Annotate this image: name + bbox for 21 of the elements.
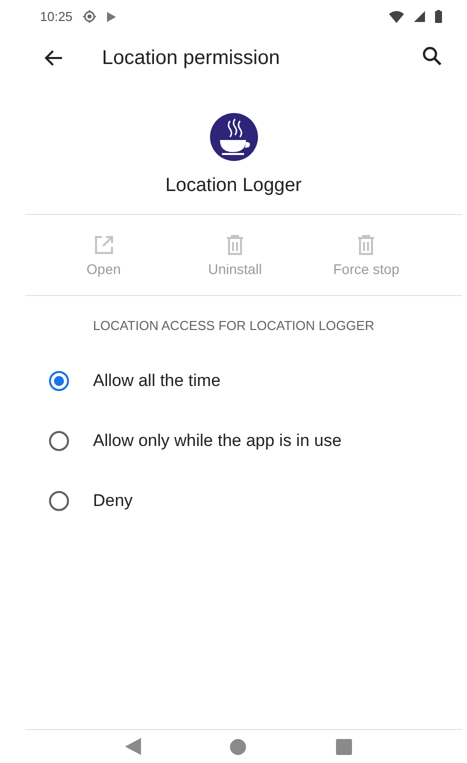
radio-button[interactable] [48, 430, 70, 452]
status-time: 10:25 [40, 9, 73, 24]
trash-icon [357, 235, 376, 255]
screen-title: Location permission [102, 46, 281, 70]
recents-nav-button[interactable] [336, 738, 352, 754]
radio-option[interactable]: Deny [0, 471, 467, 531]
wifi-icon [389, 10, 404, 22]
location-icon [82, 10, 96, 23]
radio-option[interactable]: Allow only while the app is in use [0, 411, 467, 471]
section-header: LOCATION ACCESS FOR LOCATION LOGGER [92, 317, 376, 333]
trash-icon [226, 235, 244, 255]
app-name: Location Logger [165, 175, 302, 197]
home-nav-button[interactable] [230, 738, 246, 754]
coffee-cup-icon [210, 113, 258, 161]
signal-icon [414, 11, 425, 22]
radio-button[interactable] [48, 370, 70, 392]
battery-icon [435, 10, 442, 23]
radio-button[interactable] [48, 490, 70, 512]
back-nav-button[interactable] [124, 738, 141, 755]
radio-option[interactable]: Allow all the time [0, 351, 467, 411]
open-in-new-icon [94, 235, 114, 255]
